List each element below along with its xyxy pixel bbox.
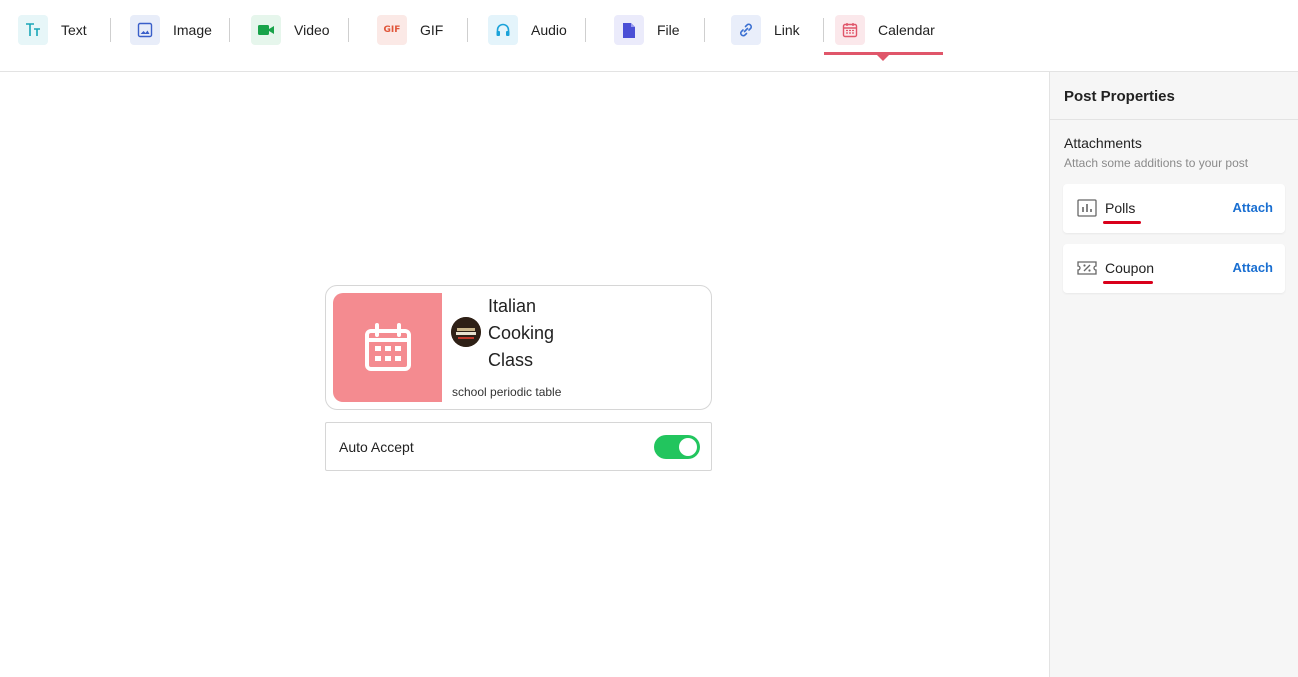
toolbar-separator xyxy=(467,18,468,42)
post-type-toolbar: Text Image Video GIF GIF Audio File Link… xyxy=(0,0,1298,72)
tool-image[interactable]: Image xyxy=(130,15,212,45)
tool-gif-label: GIF xyxy=(420,22,444,38)
toolbar-separator xyxy=(585,18,586,42)
tool-text-label: Text xyxy=(61,22,87,38)
tool-link[interactable]: Link xyxy=(731,15,800,45)
event-thumbnail xyxy=(333,293,442,402)
attachment-coupon: Coupon Attach xyxy=(1063,244,1285,293)
toolbar-separator xyxy=(823,18,824,42)
toolbar-separator xyxy=(229,18,230,42)
image-icon xyxy=(130,15,160,45)
toolbar-separator xyxy=(348,18,349,42)
calendar-icon xyxy=(364,322,411,371)
auto-accept-toggle[interactable] xyxy=(654,435,700,459)
tool-file[interactable]: File xyxy=(614,15,680,45)
headphones-icon xyxy=(488,15,518,45)
attachment-name: Coupon xyxy=(1105,260,1155,276)
event-title: Italian Cooking Class xyxy=(488,296,555,370)
tool-link-label: Link xyxy=(774,22,800,38)
auto-accept-row: Auto Accept xyxy=(325,422,712,471)
active-tab-caret xyxy=(877,55,889,61)
attachment-name: Polls xyxy=(1105,200,1136,216)
attachments-subtitle: Attach some additions to your post xyxy=(1064,156,1249,170)
event-preview-card[interactable]: Italian Cooking Class school periodic ta… xyxy=(325,285,712,410)
tool-calendar[interactable]: Calendar xyxy=(835,15,935,45)
toolbar-separator xyxy=(704,18,705,42)
restaurant-avatar xyxy=(451,317,481,347)
panel-title: Post Properties xyxy=(1064,88,1175,105)
attach-coupon-button[interactable]: Attach xyxy=(1233,260,1273,275)
toolbar-separator xyxy=(110,18,111,42)
attachments-title: Attachments xyxy=(1064,135,1142,151)
coupon-icon xyxy=(1077,259,1097,277)
tool-audio[interactable]: Audio xyxy=(488,15,567,45)
video-icon xyxy=(251,15,281,45)
panel-divider xyxy=(1050,119,1298,120)
toggle-knob xyxy=(679,438,697,456)
tool-image-label: Image xyxy=(173,22,212,38)
text-icon xyxy=(18,15,48,45)
name-underline xyxy=(1103,281,1153,284)
tool-video-label: Video xyxy=(294,22,330,38)
post-properties-panel: Post Properties Attachments Attach some … xyxy=(1049,72,1298,677)
tool-video[interactable]: Video xyxy=(251,15,330,45)
file-icon xyxy=(614,15,644,45)
poll-chart-icon xyxy=(1077,199,1097,217)
tool-calendar-label: Calendar xyxy=(878,22,935,38)
tool-text[interactable]: Text xyxy=(18,15,87,45)
gif-icon: GIF xyxy=(377,15,407,45)
auto-accept-label: Auto Accept xyxy=(339,439,414,455)
attachment-polls: Polls Attach xyxy=(1063,184,1285,233)
calendar-icon xyxy=(835,15,865,45)
tool-audio-label: Audio xyxy=(531,22,567,38)
event-subtitle: school periodic table xyxy=(452,385,562,399)
attach-polls-button[interactable]: Attach xyxy=(1233,200,1273,215)
tool-gif[interactable]: GIF GIF xyxy=(377,15,443,45)
tool-file-label: File xyxy=(657,22,680,38)
name-underline xyxy=(1103,221,1141,224)
link-icon xyxy=(731,15,761,45)
